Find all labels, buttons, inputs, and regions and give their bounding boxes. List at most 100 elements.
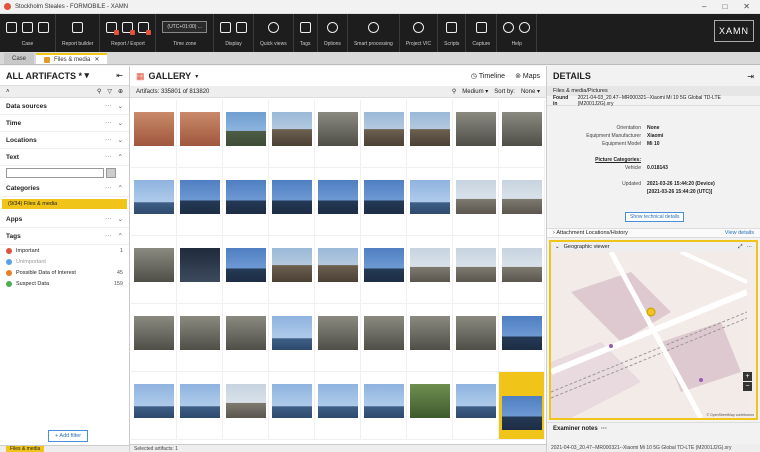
zoom-in-button[interactable]: + — [743, 372, 752, 381]
gallery-thumbnail[interactable] — [131, 168, 177, 236]
gallery-thumbnail[interactable] — [361, 304, 407, 372]
gallery-thumbnail[interactable] — [223, 168, 269, 236]
gallery-thumbnail[interactable] — [177, 372, 223, 440]
tab-files-media[interactable]: Files & media ✕ — [36, 53, 108, 64]
gallery-thumbnail[interactable] — [499, 236, 545, 304]
minimize-icon[interactable]: – — [702, 2, 706, 11]
show-technical-details-button[interactable]: Show technical details — [625, 212, 685, 222]
gallery-thumbnail[interactable] — [315, 372, 361, 440]
more-icon[interactable]: ··· — [105, 119, 112, 127]
gallery-thumbnail[interactable] — [407, 304, 453, 372]
gallery-thumbnail[interactable] — [269, 168, 315, 236]
filter-icon[interactable]: ▽ — [107, 88, 112, 95]
gallery-thumbnail[interactable] — [407, 372, 453, 440]
gallery-thumbnail[interactable] — [453, 236, 499, 304]
gallery-thumbnail[interactable] — [223, 236, 269, 304]
chevron-down-icon[interactable]: ▾ — [195, 73, 198, 80]
tag-icon[interactable] — [299, 21, 311, 33]
gallery-thumbnail[interactable] — [315, 168, 361, 236]
examiner-notes-row[interactable]: Examiner notes ··· — [547, 422, 760, 434]
gallery-thumbnail[interactable] — [223, 304, 269, 372]
gallery-thumbnail[interactable] — [453, 304, 499, 372]
timezone-select[interactable]: (UTC+01:00) ... — [162, 21, 208, 33]
scripts-icon[interactable] — [446, 21, 458, 33]
folder-add-icon[interactable] — [22, 21, 33, 33]
print-icon[interactable] — [138, 21, 152, 35]
eye-icon[interactable] — [267, 21, 279, 33]
close-window-icon[interactable]: ✕ — [743, 2, 750, 11]
section-apps[interactable]: Apps ··· ⌄ — [0, 211, 129, 228]
gallery-thumbnail[interactable] — [131, 236, 177, 304]
active-filter-chip[interactable]: Files & media — [6, 446, 45, 452]
gallery-thumbnail[interactable] — [499, 100, 545, 168]
gallery-title[interactable]: GALLERY — [149, 71, 192, 81]
gallery-thumbnail[interactable] — [499, 168, 545, 236]
more-icon[interactable]: ··· — [105, 232, 112, 240]
open-folder-icon[interactable] — [6, 21, 17, 33]
gallery-thumbnail[interactable] — [315, 100, 361, 168]
section-categories[interactable]: Categories ··· ⌃ — [0, 180, 129, 197]
help-icon[interactable] — [503, 21, 515, 33]
section-tags[interactable]: Tags ··· ⌃ — [0, 228, 129, 245]
gallery-thumbnail[interactable] — [361, 100, 407, 168]
tag-unimportant[interactable]: Unimportant — [0, 256, 129, 267]
pin-icon[interactable]: ⚲ — [97, 88, 101, 95]
gallery-thumbnail[interactable] — [453, 168, 499, 236]
maps-button[interactable]: ⊚ Maps — [515, 72, 540, 80]
attachment-row[interactable]: › Attachment Locations/History View detai… — [547, 228, 760, 238]
gallery-thumbnail[interactable] — [177, 100, 223, 168]
tag-important[interactable]: Important 1 — [0, 245, 129, 256]
gallery-thumbnail[interactable] — [453, 372, 499, 440]
gallery-thumbnail[interactable] — [361, 236, 407, 304]
tag-possible-data[interactable]: Possible Data of Interest 45 — [0, 267, 129, 278]
more-icon[interactable]: ··· — [601, 426, 607, 432]
all-artifacts-header[interactable]: ALL ARTIFACTS * ▾ ⇤ — [0, 66, 129, 86]
pdf-export-icon[interactable] — [122, 21, 136, 35]
gallery-thumbnail[interactable] — [269, 304, 315, 372]
display-icon[interactable] — [220, 21, 232, 33]
report-builder-icon[interactable] — [72, 21, 84, 33]
timeline-button[interactable]: ◷ Timeline — [471, 72, 505, 80]
map-view[interactable]: + − © OpenStreetMap contributors — [551, 252, 756, 418]
chevron-down-icon[interactable]: ⌄ — [118, 215, 123, 223]
smart-processing-icon[interactable] — [367, 21, 379, 33]
gallery-thumbnail[interactable] — [453, 100, 499, 168]
chevron-up-icon[interactable]: ⌃ — [118, 153, 123, 161]
gallery-thumbnail[interactable] — [315, 304, 361, 372]
chevron-up-icon[interactable]: ˄ — [6, 89, 10, 95]
gallery-thumbnail[interactable] — [131, 100, 177, 168]
size-select[interactable]: Medium ▾ — [462, 88, 488, 95]
more-icon[interactable]: ··· — [747, 244, 753, 250]
add-filter-button[interactable]: + Add filter — [48, 430, 89, 442]
save-icon[interactable] — [38, 21, 49, 33]
project-vic-icon[interactable] — [412, 21, 424, 33]
gallery-thumbnail[interactable] — [223, 372, 269, 440]
found-in-value[interactable]: 2021-04-03_20.47--MR000321--Xiaomi Mi 10… — [578, 95, 754, 107]
collapse-details-icon[interactable]: ⇥ — [747, 72, 754, 81]
chevron-down-icon[interactable]: ⌄ — [555, 244, 560, 250]
text-filter-input[interactable] — [6, 168, 104, 178]
close-tab-icon[interactable]: ✕ — [94, 56, 99, 63]
gallery-thumbnail[interactable] — [269, 372, 315, 440]
gallery-thumbnail[interactable] — [131, 372, 177, 440]
gallery-thumbnail[interactable] — [269, 100, 315, 168]
collapse-panel-icon[interactable]: ⇤ — [116, 71, 123, 80]
view-details-link[interactable]: View details — [725, 230, 754, 236]
expand-icon[interactable]: ⤢ — [738, 244, 742, 251]
gallery-thumbnail[interactable] — [177, 304, 223, 372]
more-icon[interactable]: ··· — [105, 153, 112, 161]
zoom-out-button[interactable]: − — [743, 382, 752, 391]
section-data-sources[interactable]: Data sources ··· ⌄ — [0, 98, 129, 115]
export-icon[interactable] — [106, 21, 120, 35]
add-icon[interactable]: ⊕ — [118, 88, 123, 95]
chevron-up-icon[interactable]: ⌃ — [118, 232, 123, 240]
more-icon[interactable]: ··· — [105, 215, 112, 223]
maximize-icon[interactable]: □ — [722, 2, 727, 11]
pin-icon[interactable]: ⚲ — [452, 88, 456, 95]
sort-select[interactable]: None ▾ — [521, 88, 540, 95]
more-icon[interactable]: ··· — [105, 184, 112, 192]
gallery-thumbnail[interactable] — [499, 372, 545, 440]
gallery-thumbnail[interactable] — [223, 100, 269, 168]
gallery-thumbnail[interactable] — [177, 168, 223, 236]
chevron-down-icon[interactable]: ⌄ — [118, 102, 123, 110]
